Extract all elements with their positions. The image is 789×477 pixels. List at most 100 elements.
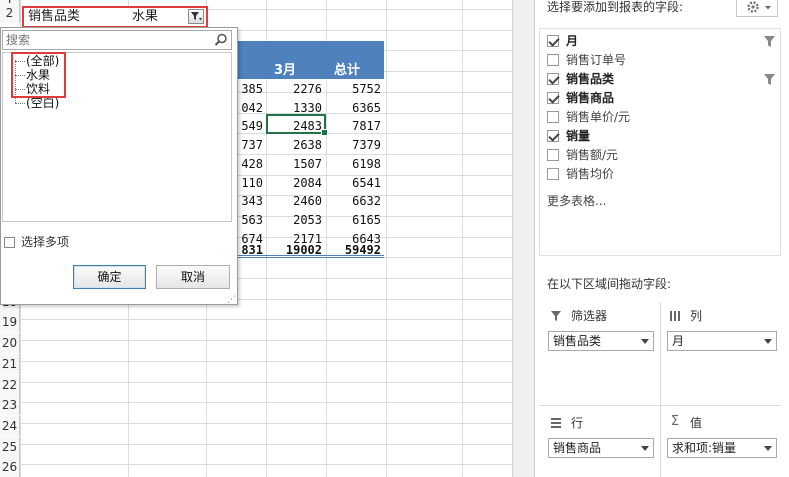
selected-cell[interactable] [266,114,328,136]
total-border [230,255,384,256]
pivot-header-band [230,41,384,79]
field-checkbox[interactable] [547,35,559,47]
pivot-value-cell[interactable]: 6632 [325,191,381,211]
cancel-button[interactable]: 取消 [156,265,230,289]
resize-grip-icon[interactable]: ⋰ [227,295,237,305]
field-checkbox[interactable] [547,149,559,161]
report-filter-value: 水果 [132,9,159,24]
select-multiple-checkbox[interactable] [4,237,15,248]
pivot-value-cell[interactable]: 1507 [266,154,322,174]
pane-splitter[interactable] [512,0,534,477]
field-item[interactable]: 销售品类 [547,70,767,88]
field-item[interactable]: 销售订单号 [547,51,767,69]
pivot-value-cell[interactable]: 7817 [325,116,381,136]
pivot-value-cell[interactable]: 5752 [325,79,381,99]
grid-row-line [0,382,512,383]
field-item[interactable]: 销售商品 [547,89,767,107]
field-item[interactable]: 销量 [547,127,767,145]
pivot-value-cell[interactable]: 7379 [325,135,381,155]
columns-icon [670,311,680,321]
tree-connector [15,103,25,104]
row-number[interactable]: 25 [0,437,20,457]
grid-row-line [0,402,512,403]
pivot-value-cell[interactable]: 2638 [266,135,322,155]
grid-row-line [0,319,512,320]
field-list-title: 选择要添加到报表的字段: [547,0,684,14]
filter-funnel-icon [191,12,202,21]
filter-item-blank[interactable]: (空白) [26,96,59,110]
pivot-col-header-total[interactable]: 总计 [326,63,360,79]
chevron-down-icon[interactable] [764,446,772,451]
select-multiple-label[interactable]: 选择多项 [21,234,69,250]
chip-label: 销售商品 [553,441,602,455]
pivot-value-cell[interactable]: 6365 [325,98,381,118]
filters-area-title: 筛选器 [571,309,608,323]
field-item[interactable]: 销售单价/元 [547,108,767,126]
chip-label: 销售品类 [553,334,602,348]
areas-divider [539,405,781,406]
gear-icon [747,1,771,13]
field-item[interactable]: 销售额/元 [547,146,767,164]
search-input[interactable] [4,32,209,48]
grid-col-line [386,0,387,477]
pivot-value-cell[interactable]: 6198 [325,154,381,174]
row-number[interactable]: 21 [0,354,20,374]
rows-area-title: 行 [571,416,584,430]
grid-row-line [0,340,512,341]
pivot-value-cell[interactable]: 2276 [266,79,322,99]
field-item[interactable]: 销售均价 [547,165,767,183]
field-label: 销售均价 [566,167,615,181]
list-highlight-annotation [11,52,66,98]
pivot-value-cell[interactable]: 2084 [266,173,322,193]
row-number[interactable]: 23 [0,395,20,415]
report-filter-field-label: 销售品类 [28,9,81,24]
spreadsheet-grid[interactable]: 3月 总计 385 2276 5752 042 1330 6365 549 2483 7817 7… [0,0,512,477]
filters-area-chip[interactable]: 销售品类 [548,331,654,351]
chevron-down-icon[interactable] [764,339,772,344]
row-number[interactable]: 26 [0,457,20,477]
columns-area-title: 列 [690,309,703,323]
row-number[interactable]: 22 [0,375,20,395]
row-number[interactable]: 24 [0,416,20,436]
row-number[interactable]: 20 [0,333,20,353]
pivot-value-cell[interactable]: 6165 [325,210,381,230]
filter-applied-icon [764,74,775,85]
search-icon[interactable] [213,32,229,48]
grid-row-line [0,423,512,424]
values-area-chip[interactable]: 求和项:销量 [667,438,777,458]
pivot-col-header-march[interactable]: 3月 [266,63,296,79]
pivot-value-cell[interactable]: 6541 [325,173,381,193]
ok-button[interactable]: 确定 [73,265,146,289]
sigma-icon: Σ [670,414,680,429]
field-checkbox[interactable] [547,111,559,123]
field-label: 销售订单号 [566,53,627,67]
drag-fields-label: 在以下区域间拖动字段: [547,277,672,291]
field-item[interactable]: 月 [547,32,767,50]
chevron-down-icon[interactable] [641,339,649,344]
grid-row-line [0,361,512,362]
rows-icon [551,418,561,428]
pivot-value-cell[interactable]: 2053 [266,210,322,230]
filter-dropdown-button[interactable] [188,9,204,24]
grid-row-line [0,464,512,465]
field-label: 销售商品 [566,91,615,105]
columns-area-chip[interactable]: 月 [667,331,777,351]
field-label: 销售单价/元 [566,110,631,124]
values-area-title: 值 [690,416,703,430]
field-checkbox[interactable] [547,130,559,142]
pivot-value-cell[interactable]: 2460 [266,191,322,211]
row-number[interactable]: 2 [0,3,20,23]
total-border [230,257,384,258]
chevron-down-icon[interactable] [641,446,649,451]
tools-button[interactable] [736,0,778,17]
field-checkbox[interactable] [547,54,559,66]
areas-divider [660,302,661,477]
more-tables-link[interactable]: 更多表格... [547,194,606,208]
field-checkbox[interactable] [547,92,559,104]
field-checkbox[interactable] [547,73,559,85]
row-number[interactable]: 19 [0,312,20,332]
filter-icon [551,311,561,321]
search-box[interactable] [2,30,232,50]
rows-area-chip[interactable]: 销售商品 [548,438,654,458]
field-checkbox[interactable] [547,168,559,180]
